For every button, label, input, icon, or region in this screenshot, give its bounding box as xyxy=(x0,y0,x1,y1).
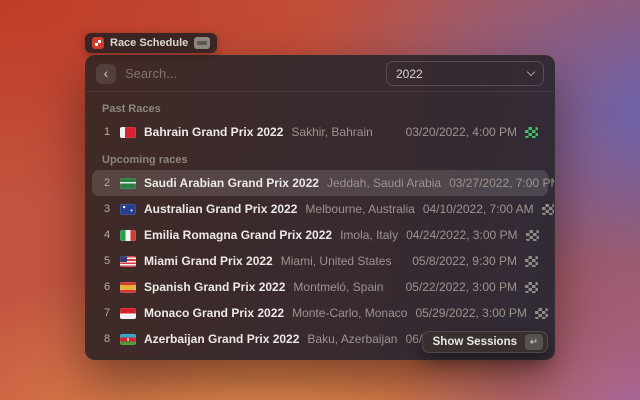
race-row-australia[interactable]: 3 Australian Grand Prix 2022 Melbourne, … xyxy=(92,196,548,222)
race-location: Melbourne, Australia xyxy=(305,202,414,216)
window-title-tab[interactable]: Race Schedule xyxy=(85,33,217,53)
race-index: 7 xyxy=(102,307,112,319)
country-flag-icon xyxy=(120,282,136,293)
race-name: Azerbaijan Grand Prix 2022 xyxy=(144,332,299,346)
race-row-monaco[interactable]: 7 Monaco Grand Prix 2022 Monte-Carlo, Mo… xyxy=(92,300,548,326)
race-row-bahrain[interactable]: 1 Bahrain Grand Prix 2022 Sakhir, Bahrai… xyxy=(92,119,548,145)
race-row-spain[interactable]: 6 Spanish Grand Prix 2022 Montmeló, Spai… xyxy=(92,274,548,300)
search-bar: ‹ 2022 xyxy=(86,56,554,92)
race-name: Miami Grand Prix 2022 xyxy=(144,254,273,268)
race-datetime: 04/24/2022, 3:00 PM xyxy=(406,228,517,242)
race-row-emilia-romagna[interactable]: 4 Emilia Romagna Grand Prix 2022 Imola, … xyxy=(92,222,548,248)
race-index: 5 xyxy=(102,255,112,267)
race-name: Spanish Grand Prix 2022 xyxy=(144,280,285,294)
checkered-flag-icon xyxy=(525,360,538,361)
race-location: Monte-Carlo, Monaco xyxy=(292,306,407,320)
country-flag-icon xyxy=(120,308,136,319)
checkered-flag-icon xyxy=(525,256,538,267)
back-chevron-icon: ‹ xyxy=(104,66,109,80)
race-datetime: 04/10/2022, 7:00 AM xyxy=(423,202,534,216)
country-flag-icon xyxy=(120,256,136,267)
return-key-icon: ↵ xyxy=(525,334,543,350)
race-list: Past Races 1 Bahrain Grand Prix 2022 Sak… xyxy=(86,92,554,360)
race-index: 3 xyxy=(102,203,112,215)
country-flag-icon xyxy=(120,178,136,189)
race-datetime: 05/8/2022, 9:30 PM xyxy=(412,254,517,268)
race-name: Saudi Arabian Grand Prix 2022 xyxy=(144,176,319,190)
race-location: Jeddah, Saudi Arabia xyxy=(327,176,441,190)
race-index: 2 xyxy=(102,177,112,189)
chevron-down-icon xyxy=(527,68,535,76)
section-upcoming-races: Upcoming races xyxy=(92,145,548,170)
race-datetime: 06/19/2022, 8:00 PM xyxy=(406,358,517,360)
checkered-flag-icon xyxy=(535,308,548,319)
race-name: Emilia Romagna Grand Prix 2022 xyxy=(144,228,332,242)
race-name: Australian Grand Prix 2022 xyxy=(144,202,297,216)
race-row-canada[interactable]: 9 Canadian Grand Prix 2022 Montreal, Can… xyxy=(92,352,548,360)
checkered-flag-icon xyxy=(525,282,538,293)
race-index: 6 xyxy=(102,281,112,293)
back-button[interactable]: ‹ xyxy=(96,64,116,84)
race-row-saudi-arabia[interactable]: 2 Saudi Arabian Grand Prix 2022 Jeddah, … xyxy=(92,170,548,196)
race-schedule-app-icon xyxy=(92,37,104,49)
country-flag-icon xyxy=(120,127,136,138)
race-datetime: 05/29/2022, 3:00 PM xyxy=(415,306,526,320)
year-dropdown-value: 2022 xyxy=(396,67,423,81)
race-row-miami[interactable]: 5 Miami Grand Prix 2022 Miami, United St… xyxy=(92,248,548,274)
country-flag-icon xyxy=(120,334,136,345)
race-location: Montreal, Canada xyxy=(301,358,396,360)
race-schedule-window: ‹ 2022 Past Races 1 Bahrain Grand Prix 2… xyxy=(85,55,555,360)
search-input[interactable] xyxy=(125,66,377,81)
checkered-flag-icon xyxy=(525,127,538,138)
section-past-races: Past Races xyxy=(92,94,548,119)
race-location: Baku, Azerbaijan xyxy=(307,332,397,346)
race-name: Bahrain Grand Prix 2022 xyxy=(144,125,283,139)
race-index: 4 xyxy=(102,229,112,241)
checkered-flag-icon xyxy=(526,230,539,241)
country-flag-icon xyxy=(120,360,136,361)
race-name: Monaco Grand Prix 2022 xyxy=(144,306,284,320)
race-datetime: 03/27/2022, 7:00 PM xyxy=(449,176,555,190)
race-name: Canadian Grand Prix 2022 xyxy=(144,358,293,360)
race-location: Imola, Italy xyxy=(340,228,398,242)
race-index: 8 xyxy=(102,333,112,345)
show-sessions-button[interactable]: Show Sessions ↵ xyxy=(422,331,548,353)
race-index: 1 xyxy=(102,126,112,138)
race-index: 9 xyxy=(102,359,112,360)
country-flag-icon xyxy=(120,204,136,215)
race-datetime: 05/22/2022, 3:00 PM xyxy=(406,280,517,294)
checkered-flag-icon xyxy=(542,204,555,215)
window-title: Race Schedule xyxy=(110,37,188,49)
year-dropdown[interactable]: 2022 xyxy=(386,61,544,86)
race-location: Sakhir, Bahrain xyxy=(291,125,372,139)
race-datetime: 03/20/2022, 4:00 PM xyxy=(406,125,517,139)
country-flag-icon xyxy=(120,230,136,241)
show-sessions-label: Show Sessions xyxy=(433,336,517,348)
race-location: Montmeló, Spain xyxy=(293,280,383,294)
hotkey-badge-icon xyxy=(194,37,210,49)
race-location: Miami, United States xyxy=(281,254,392,268)
